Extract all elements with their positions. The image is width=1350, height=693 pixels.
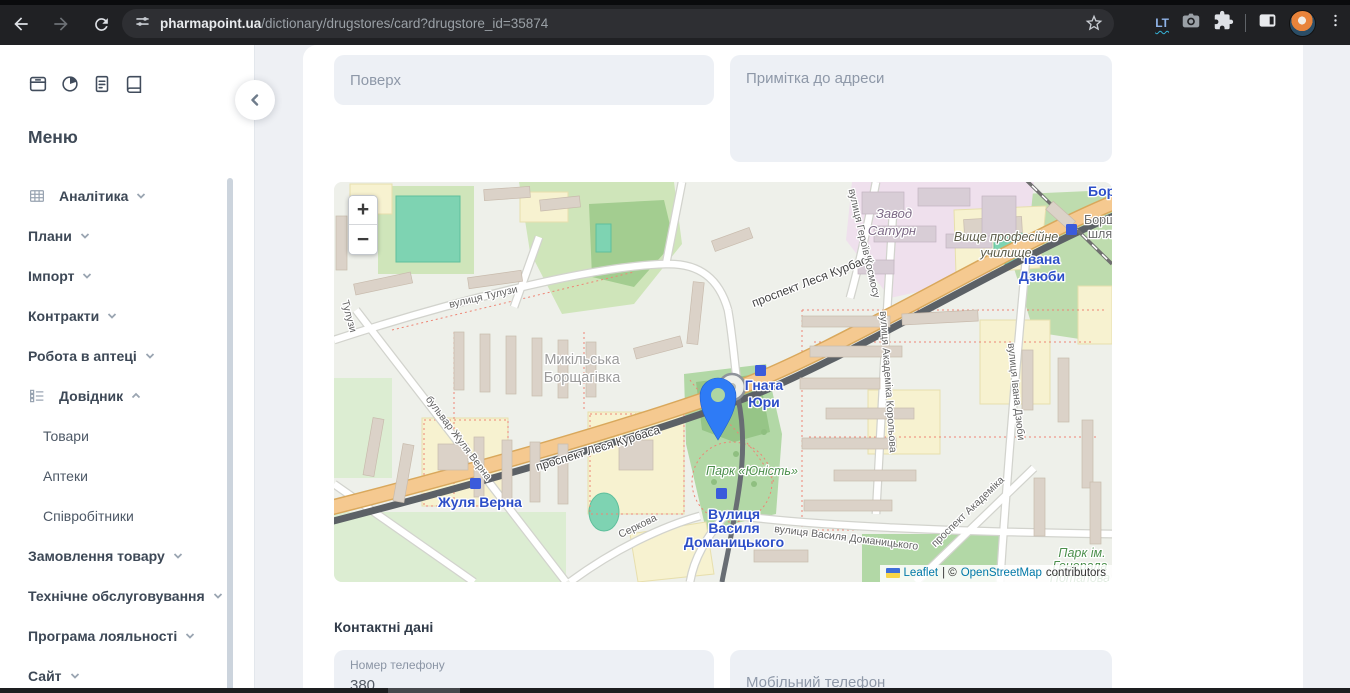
- map-attribution: Leaflet | © OpenStreetMap contributors: [880, 565, 1112, 582]
- sidebar-scrollbar[interactable]: [227, 178, 233, 693]
- metro-label: Гната: [745, 377, 784, 393]
- sidebar-item-pharmacy-work[interactable]: Робота в аптеці: [0, 336, 240, 376]
- address-note-textarea[interactable]: [730, 55, 1112, 162]
- park-label: Парк «Юність»: [706, 464, 798, 478]
- chevron-down-icon: [145, 351, 155, 361]
- attribution-suffix: contributors: [1046, 567, 1106, 579]
- side-panel-icon[interactable]: [1257, 10, 1278, 36]
- url-text: pharmapoint.ua/dictionary/drugstores/car…: [160, 16, 548, 31]
- grid-icon: [28, 187, 46, 205]
- chevron-down-icon: [107, 311, 117, 321]
- sidebar-item-loyalty[interactable]: Програма лояльності: [0, 616, 240, 656]
- list-icon: [28, 387, 46, 405]
- ukraine-flag-icon: [886, 568, 900, 578]
- sidebar-item-employees[interactable]: Співробітники: [0, 496, 240, 536]
- menu-title: Меню: [28, 127, 78, 148]
- profile-avatar[interactable]: [1289, 10, 1316, 37]
- back-icon[interactable]: [8, 11, 34, 37]
- drugstore-card-panel: вулиця Тулузи Тулузи бульвар Жуля Верна …: [303, 45, 1303, 693]
- languagetool-extension-icon[interactable]: LT: [1155, 16, 1169, 30]
- bookmark-star-icon[interactable]: [1084, 13, 1104, 38]
- phone-number-label: Номер телефону: [350, 658, 698, 672]
- site-settings-icon[interactable]: [134, 13, 151, 35]
- forward-icon[interactable]: [48, 11, 74, 37]
- metro-label: Жуля Верна: [437, 494, 522, 510]
- reload-icon[interactable]: [88, 11, 114, 37]
- sidebar-item-maintenance[interactable]: Технічне обслуговування: [0, 576, 240, 616]
- chevron-left-icon: [248, 93, 262, 107]
- sidebar-item-dictionary[interactable]: Довідник: [0, 376, 240, 416]
- sidebar-collapse-button[interactable]: [235, 80, 275, 120]
- chrome-menu-icon[interactable]: [1327, 12, 1344, 34]
- address-bar[interactable]: pharmapoint.ua/dictionary/drugstores/car…: [122, 9, 1114, 38]
- contacts-heading: Контактні дані: [334, 619, 433, 635]
- chevron-up-icon: [131, 391, 141, 401]
- map-zoom-control: + −: [348, 195, 378, 255]
- sidebar-item-drugstores[interactable]: Аптеки: [0, 456, 240, 496]
- osm-link[interactable]: OpenStreetMap: [961, 567, 1042, 579]
- chevron-down-icon: [185, 631, 195, 641]
- chevron-down-icon: [70, 671, 80, 681]
- industrial-label: Сатурн: [868, 223, 916, 238]
- phone-number-field[interactable]: Номер телефону 380: [334, 650, 714, 693]
- zoom-out-button[interactable]: −: [349, 225, 377, 254]
- zoom-in-button[interactable]: +: [349, 196, 377, 225]
- college-label: Вище професійне: [954, 230, 1058, 244]
- leaflet-link[interactable]: Leaflet: [904, 567, 939, 579]
- metro-label: Борщ: [1088, 183, 1112, 199]
- chevron-down-icon: [213, 591, 223, 601]
- mobile-phone-input[interactable]: [730, 650, 1112, 693]
- sidebar-item-plans[interactable]: Плани: [0, 216, 240, 256]
- park-label: Парк ім.: [1058, 546, 1105, 560]
- browser-toolbar: pharmapoint.ua/dictionary/drugstores/car…: [0, 0, 1350, 45]
- pie-chart-icon[interactable]: [59, 73, 81, 100]
- scrollbar-thumb[interactable]: [388, 688, 460, 693]
- book-icon[interactable]: [123, 73, 145, 100]
- industrial-label: Завод: [876, 206, 912, 221]
- archive-icon[interactable]: [27, 73, 49, 100]
- college-label: училище: [979, 246, 1031, 260]
- place-label: Борщ: [1084, 213, 1112, 227]
- sidebar: Меню Аналітика Плани Імпорт Контракти Ро…: [0, 45, 255, 693]
- camera-extension-icon[interactable]: [1180, 10, 1202, 37]
- chevron-down-icon: [80, 231, 90, 241]
- sidebar-item-products[interactable]: Товари: [0, 416, 240, 456]
- chevron-down-icon: [136, 191, 146, 201]
- place-label: Микільська: [544, 352, 620, 368]
- attribution-separator: | ©: [942, 567, 957, 579]
- place-label: шлях: [1088, 227, 1112, 241]
- document-icon[interactable]: [91, 73, 113, 100]
- floor-input[interactable]: [334, 55, 714, 105]
- metro-label: Доманицького: [684, 534, 784, 550]
- horizontal-scrollbar[interactable]: [0, 688, 1350, 693]
- place-label: Борщагівка: [544, 370, 622, 386]
- sidebar-item-analytics[interactable]: Аналітика: [0, 176, 240, 216]
- sidebar-item-goods-order[interactable]: Замовлення товару: [0, 536, 240, 576]
- toolbar-divider: [1245, 14, 1246, 32]
- metro-label: Дзюби: [1019, 268, 1065, 284]
- sidebar-item-import[interactable]: Імпорт: [0, 256, 240, 296]
- chevron-down-icon: [173, 551, 183, 561]
- extensions-puzzle-icon[interactable]: [1213, 10, 1234, 36]
- map[interactable]: вулиця Тулузи Тулузи бульвар Жуля Верна …: [334, 182, 1112, 582]
- chevron-down-icon: [82, 271, 92, 281]
- metro-label: Юри: [748, 394, 780, 410]
- sidebar-item-contracts[interactable]: Контракти: [0, 296, 240, 336]
